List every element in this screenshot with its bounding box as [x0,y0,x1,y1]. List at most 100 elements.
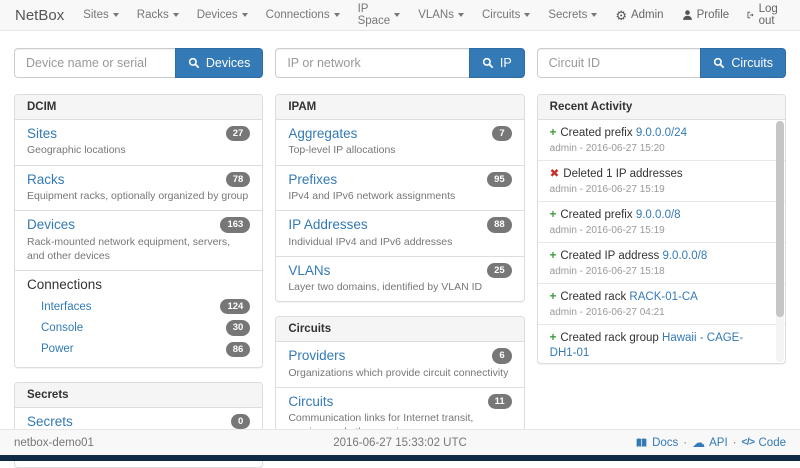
activity-action: Deleted 1 IP addresses [563,168,682,180]
search-row: Devices IP Circuits [0,31,800,78]
activity-object-link[interactable]: RACK-01-CA [629,291,697,303]
list-item: Racks 78 Equipment racks, optionally org… [15,166,262,212]
power-link[interactable]: Power [41,343,74,355]
book-icon [635,437,648,449]
admin-label: Admin [631,9,664,21]
gear-icon: ⚙ [615,9,627,22]
admin-button[interactable]: ⚙ Admin [606,0,672,31]
search-icon [188,57,200,69]
nav-devices[interactable]: Devices [188,0,257,31]
footer-separator: · [733,437,737,449]
vlans-desc: Layer two domains, identified by VLAN ID [288,280,511,294]
device-search-input[interactable] [14,48,175,78]
profile-button[interactable]: Profile [673,0,739,31]
search-icon [713,57,725,69]
activity-row: ✖Deleted 1 IP addresses admin - 2016-06-… [538,161,785,202]
footer-separator: · [683,437,687,449]
nav-ip-space[interactable]: IP Space [349,0,410,31]
devices-link[interactable]: Devices [27,217,75,232]
user-icon [682,9,693,21]
activity-row: +Created rack RACK-01-CA admin - 2016-06… [538,284,785,325]
secrets-link[interactable]: Secrets [27,414,73,429]
activity-row: +Created prefix 9.0.0.0/24 admin - 2016-… [538,120,785,161]
code-label: Code [759,437,787,449]
code-link[interactable]: </> Code [742,437,786,449]
console-link[interactable]: Console [41,322,83,334]
docs-link[interactable]: Docs [635,437,678,449]
racks-link[interactable]: Racks [27,172,65,187]
bottom-strip [0,455,800,461]
nav-vlans[interactable]: VLANs [409,0,473,31]
logout-label: Log out [759,3,783,27]
ip-addresses-count-badge: 88 [487,217,512,232]
providers-count-badge: 6 [492,348,511,363]
activity-scrollbar-thumb[interactable] [776,121,784,317]
recent-activity-panel: Recent Activity +Created prefix 9.0.0.0/… [537,94,786,364]
nav-devices-label: Devices [197,9,238,21]
sites-desc: Geographic locations [27,143,250,157]
activity-meta: admin - 2016-06-27 15:19 [550,184,769,195]
aggregates-link[interactable]: Aggregates [288,126,357,141]
footer-hostname: netbox-demo01 [14,437,94,449]
logout-icon [747,9,754,21]
activity-object-link[interactable]: 9.0.0.0/8 [636,209,681,221]
secrets-panel-title: Secrets [15,383,262,408]
nav-secrets-label: Secrets [548,9,587,21]
docs-label: Docs [652,437,678,449]
dcim-panel: DCIM Sites 27 Geographic locations Racks… [14,94,263,368]
circuits-panel: Circuits Providers 6 Organizations which… [275,316,524,447]
ip-addresses-link[interactable]: IP Addresses [288,217,367,232]
activity-meta: admin - 2016-06-27 15:20 [550,143,769,154]
netbox-brand[interactable]: NetBox [9,7,74,24]
vlans-link[interactable]: VLANs [288,263,330,278]
circuits-count-badge: 11 [488,394,512,409]
activity-object-link[interactable]: 9.0.0.0/24 [636,127,687,139]
interfaces-count-badge: 124 [220,299,250,314]
recent-activity-title: Recent Activity [538,95,785,120]
prefixes-desc: IPv4 and IPv6 network assignments [288,189,511,203]
nav-ip-space-label: IP Space [358,3,391,27]
circuit-search-input[interactable] [537,48,701,78]
plus-icon: + [550,127,557,139]
chevron-down-icon [524,13,530,17]
sites-count-badge: 27 [226,126,251,141]
device-search-button[interactable]: Devices [175,48,263,78]
plus-icon: + [550,291,557,303]
ip-search-button-label: IP [500,56,512,70]
activity-object-link[interactable]: 9.0.0.0/8 [662,250,707,262]
ipam-panel-title: IPAM [276,95,523,120]
nav-secrets[interactable]: Secrets [539,0,606,31]
device-search-group: Devices [14,48,263,78]
list-item: Console 30 [27,317,250,338]
nav-connections[interactable]: Connections [257,0,349,31]
ipam-panel: IPAM Aggregates 7 Top-level IP allocatio… [275,94,524,302]
ip-search-group: IP [275,48,524,78]
chevron-down-icon [113,13,119,17]
logout-button[interactable]: Log out [738,0,791,31]
list-item: Aggregates 7 Top-level IP allocations [276,120,523,166]
chevron-down-icon [394,13,400,17]
list-item: VLANs 25 Layer two domains, identified b… [276,257,523,302]
chevron-down-icon [591,13,597,17]
sites-link[interactable]: Sites [27,126,57,141]
prefixes-link[interactable]: Prefixes [288,172,337,187]
ip-search-button[interactable]: IP [469,48,525,78]
nav-sites[interactable]: Sites [74,0,128,31]
dcim-panel-title: DCIM [15,95,262,120]
circuits-link[interactable]: Circuits [288,394,333,409]
nav-circuits[interactable]: Circuits [473,0,539,31]
circuit-search-group: Circuits [537,48,786,78]
ip-search-input[interactable] [275,48,469,78]
interfaces-link[interactable]: Interfaces [41,301,92,313]
navbar-right: ⚙ Admin Profile Log out [606,0,791,31]
circuit-search-button[interactable]: Circuits [700,48,786,78]
console-count-badge: 30 [226,320,251,335]
nav-sites-label: Sites [83,9,109,21]
api-link[interactable]: ☁ API [692,436,728,449]
search-icon [482,57,494,69]
nav-racks[interactable]: Racks [128,0,188,31]
plus-icon: + [550,209,557,221]
providers-link[interactable]: Providers [288,348,345,363]
activity-list: +Created prefix 9.0.0.0/24 admin - 2016-… [538,120,785,363]
device-search-button-label: Devices [206,56,250,70]
